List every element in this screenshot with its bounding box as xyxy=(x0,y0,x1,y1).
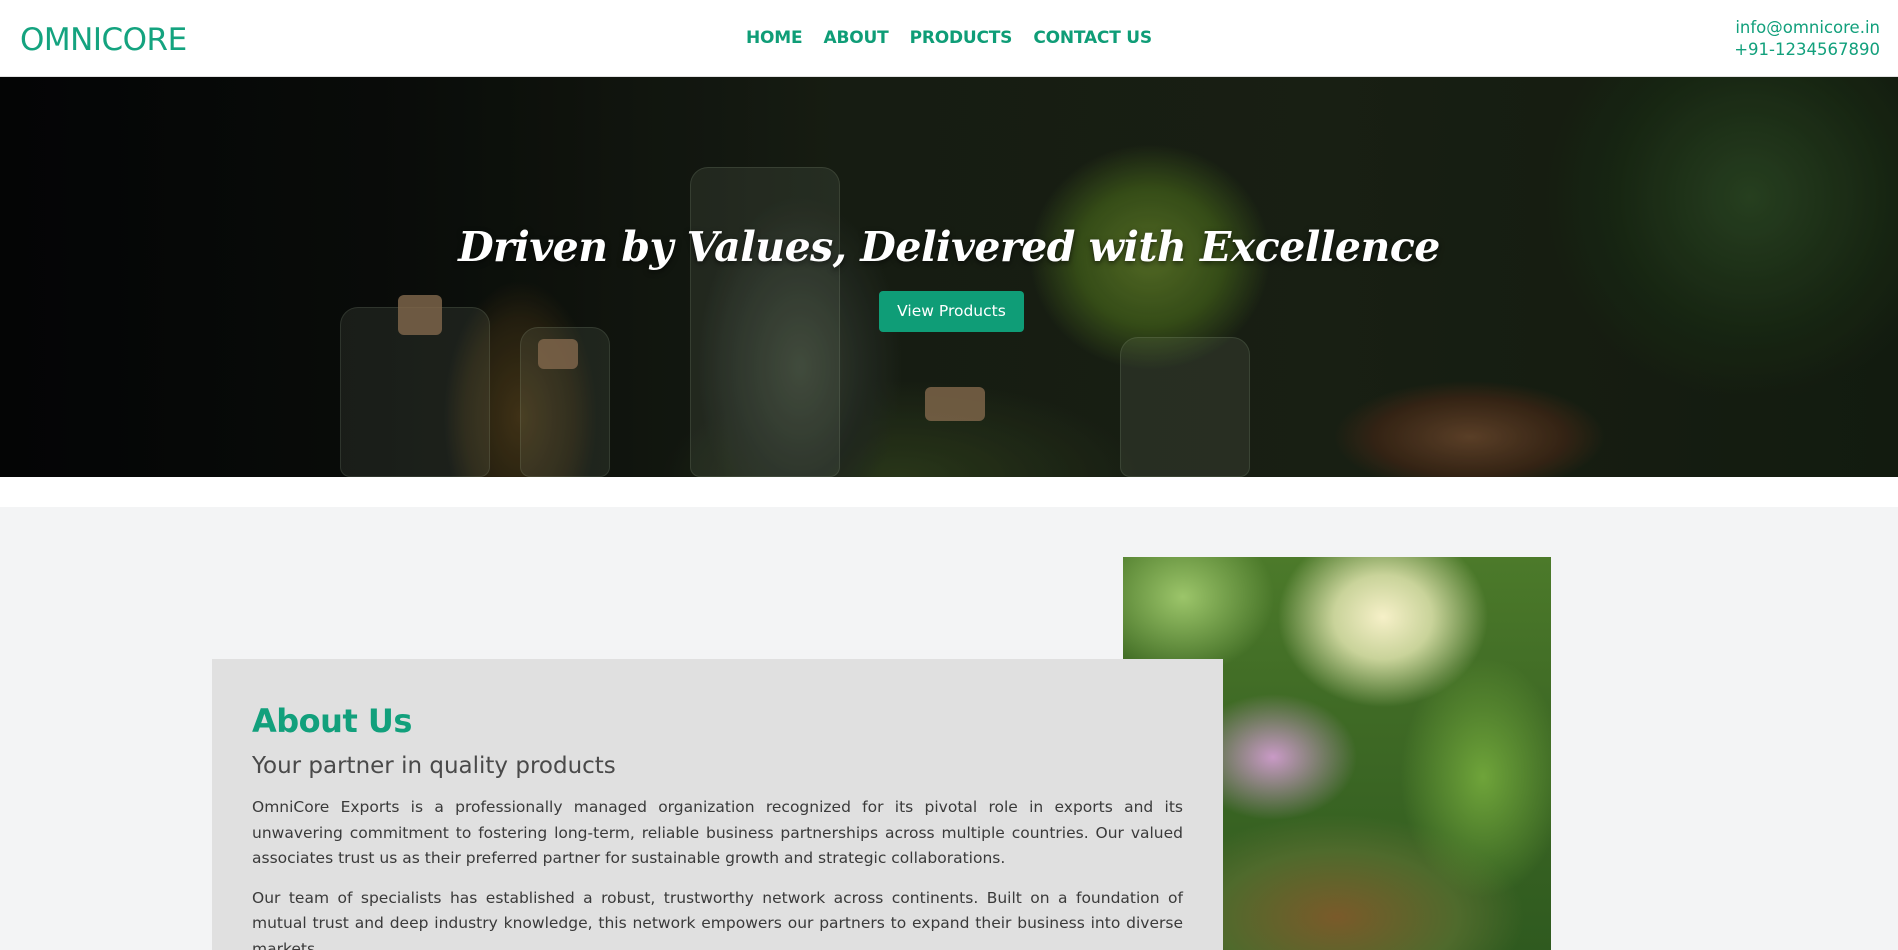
about-title: About Us xyxy=(252,702,412,740)
about-paragraph: OmniCore Exports is a professionally man… xyxy=(252,798,1183,867)
nav-contact-us[interactable]: CONTACT US xyxy=(1033,28,1152,48)
hero-overlay xyxy=(0,77,1898,477)
about-subtitle: Your partner in quality products xyxy=(252,753,616,779)
hero-title: Driven by Values, Delivered with Excelle… xyxy=(458,223,1440,271)
nav-products[interactable]: PRODUCTS xyxy=(910,28,1013,48)
nav-home[interactable]: HOME xyxy=(746,28,803,48)
about-paragraph: Our team of specialists has established … xyxy=(252,888,1183,950)
nav-about[interactable]: ABOUT xyxy=(824,28,889,48)
header-contact: info@omnicore.in +91-1234567890 xyxy=(1734,17,1880,61)
site-header: OMNICORE HOME ABOUT PRODUCTS CONTACT US … xyxy=(0,0,1898,77)
main-nav: HOME ABOUT PRODUCTS CONTACT US xyxy=(0,28,1898,48)
view-products-button[interactable]: View Products xyxy=(879,291,1024,332)
contact-email[interactable]: info@omnicore.in xyxy=(1734,17,1880,39)
hero-banner: Driven by Values, Delivered with Excelle… xyxy=(0,77,1898,477)
about-card: About Us Your partner in quality product… xyxy=(212,659,1223,950)
contact-phone[interactable]: +91-1234567890 xyxy=(1734,39,1880,61)
